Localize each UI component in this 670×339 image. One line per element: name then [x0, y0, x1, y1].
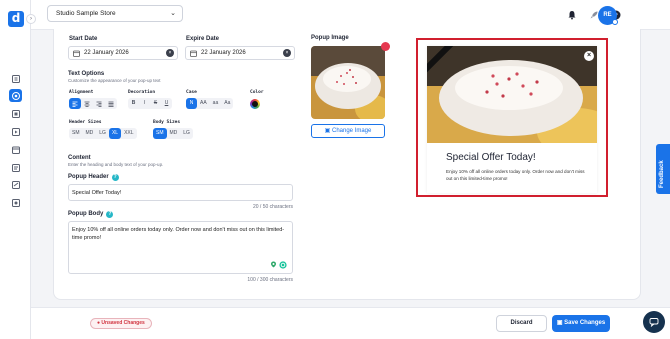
content-title: Content — [68, 155, 91, 161]
alignment-label: Alignment — [69, 90, 94, 95]
case-lower-button[interactable]: aa — [210, 98, 222, 109]
image-icon: ▣ — [324, 128, 332, 134]
unsaved-label: Unsaved Changes — [101, 320, 145, 326]
start-date-value: 22 January 2026 — [84, 50, 129, 56]
text-options-subtitle: Customize the appearance of your pop-up … — [68, 78, 161, 83]
popup-preview: × Special Offer Today! Enjoy 10% off all… — [427, 46, 597, 193]
align-left-button[interactable] — [69, 98, 81, 109]
calendar-icon[interactable] — [9, 143, 22, 156]
preview-title: Special Offer Today! — [446, 152, 536, 163]
popup-preview-frame: × Special Offer Today! Enjoy 10% off all… — [416, 38, 608, 197]
alignment-group — [69, 98, 117, 109]
donut-image — [311, 46, 385, 119]
case-title-button[interactable]: Aa — [221, 98, 233, 109]
popup-body-label: Popup Body? — [68, 211, 114, 218]
popup-header-label: Popup Header? — [68, 174, 119, 181]
store-selector[interactable]: Studio Sample Store ⌄ — [47, 5, 183, 22]
chat-icon — [649, 318, 659, 327]
content-subtitle: Enter the heading and body text of your … — [68, 162, 164, 167]
case-normal-button[interactable]: N — [186, 98, 197, 109]
message-icon[interactable] — [9, 161, 22, 174]
popup-image-thumbnail — [311, 46, 385, 119]
expire-date-label: Expire Date — [186, 36, 220, 42]
header-size-sm[interactable]: SM — [69, 128, 83, 139]
body-size-md[interactable]: MD — [167, 128, 181, 139]
align-justify-button[interactable] — [105, 98, 117, 109]
chat-button[interactable] — [643, 311, 665, 333]
header-size-xl[interactable]: XL — [108, 128, 122, 139]
italic-button[interactable]: I — [139, 98, 150, 109]
align-center-button[interactable] — [81, 98, 93, 109]
header-size-md[interactable]: MD — [83, 128, 97, 139]
save-label: Save Changes — [564, 320, 606, 326]
text-options-title: Text Options — [68, 71, 105, 77]
grammar-check-icon[interactable] — [279, 261, 287, 269]
body-sizes-group: SM MD LG — [153, 128, 193, 139]
change-image-button[interactable]: ▣ Change Image — [311, 124, 385, 138]
left-sidebar: d — [0, 0, 31, 339]
header-size-lg[interactable]: LG — [96, 128, 109, 139]
bell-icon[interactable] — [567, 10, 577, 20]
calendar-icon — [73, 50, 80, 57]
start-date-label: Start Date — [69, 36, 98, 42]
donut-image — [427, 46, 597, 143]
change-image-label: Change Image — [331, 128, 372, 134]
decoration-label: Decoration — [128, 90, 156, 95]
case-label: Case — [186, 90, 197, 95]
save-changes-button[interactable]: ▣ Save Changes — [552, 315, 610, 332]
header-sizes-group: SM MD LG XL XXL — [69, 128, 137, 139]
box-icon[interactable] — [9, 72, 22, 85]
popup-image-label: Popup Image — [311, 35, 349, 41]
popup-header-input[interactable]: Special Offer Today! — [68, 184, 293, 201]
popup-body-textarea[interactable]: Enjoy 10% off all online orders today on… — [68, 221, 293, 274]
header-size-xxl[interactable]: XXL — [121, 128, 136, 139]
close-icon[interactable]: × — [584, 51, 594, 61]
preview-image: × — [427, 46, 597, 143]
decoration-group: B I S U — [128, 98, 172, 109]
toggle-icon[interactable] — [9, 196, 22, 209]
color-label: Color — [250, 90, 264, 95]
remove-image-badge[interactable] — [381, 42, 390, 51]
feedback-tab[interactable]: Feedback — [656, 144, 670, 194]
help-icon[interactable]: ? — [111, 174, 119, 181]
align-right-button[interactable] — [93, 98, 105, 109]
clear-start-date-icon[interactable]: × — [166, 49, 174, 57]
collapse-sidebar-button[interactable]: › — [26, 14, 36, 24]
target-icon[interactable] — [9, 89, 22, 102]
expire-date-value: 22 January 2026 — [201, 50, 246, 56]
preview-body: Enjoy 10% off all online orders today on… — [446, 169, 585, 181]
app-logo[interactable]: d — [8, 11, 24, 27]
location-pin-icon[interactable] — [270, 261, 277, 268]
clear-expire-date-icon[interactable]: × — [283, 49, 291, 57]
discard-button[interactable]: Discard — [496, 315, 547, 332]
calendar-icon — [190, 50, 197, 57]
swap-icon[interactable] — [9, 178, 22, 191]
body-size-lg[interactable]: LG — [180, 128, 193, 139]
video-icon[interactable] — [9, 125, 22, 138]
underline-button[interactable]: U — [161, 98, 172, 109]
chevron-down-icon: ⌄ — [170, 10, 176, 17]
case-upper-button[interactable]: AA — [197, 98, 210, 109]
case-group: N AA aa Aa — [186, 98, 234, 109]
expire-date-field[interactable]: 22 January 2026 × — [185, 46, 295, 60]
store-selector-label: Studio Sample Store — [56, 10, 116, 17]
popup-body-label-text: Popup Body — [68, 211, 104, 217]
feedback-label: Feedback — [659, 160, 665, 188]
start-date-field[interactable]: 22 January 2026 × — [68, 46, 178, 60]
popup-header-label-text: Popup Header — [68, 174, 109, 180]
status-dot — [612, 19, 618, 25]
unsaved-changes-badge: ● Unsaved Changes — [90, 318, 152, 329]
header-sizes-label: Header Sizes — [69, 120, 102, 125]
body-sizes-label: Body Sizes — [153, 120, 181, 125]
bold-button[interactable]: B — [128, 98, 139, 109]
grid-icon[interactable] — [9, 107, 22, 120]
popup-body-counter: 100 / 300 characters — [247, 277, 293, 283]
popup-body-text: Enjoy 10% off all online orders today on… — [72, 227, 285, 241]
popup-header-counter: 20 / 50 characters — [252, 204, 293, 210]
strikethrough-button[interactable]: S — [150, 98, 161, 109]
color-picker[interactable] — [250, 99, 260, 109]
body-size-sm[interactable]: SM — [153, 128, 167, 139]
help-icon[interactable]: ? — [106, 211, 114, 218]
